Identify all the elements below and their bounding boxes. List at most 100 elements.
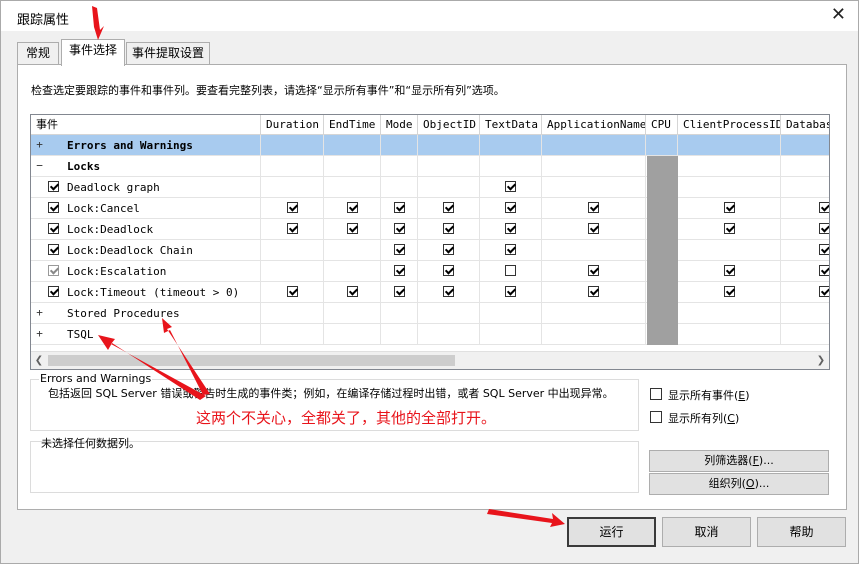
column-checkbox[interactable] bbox=[724, 202, 735, 213]
cell bbox=[781, 135, 829, 156]
tab-general[interactable]: 常规 bbox=[17, 42, 59, 64]
column-header[interactable]: ApplicationName bbox=[542, 115, 646, 135]
event-checkbox[interactable] bbox=[48, 286, 59, 297]
column-checkbox[interactable] bbox=[724, 286, 735, 297]
column-checkbox[interactable] bbox=[819, 286, 829, 297]
expand-icon[interactable]: + bbox=[35, 328, 44, 339]
cell bbox=[678, 303, 781, 324]
column-checkbox[interactable] bbox=[443, 202, 454, 213]
column-checkbox[interactable] bbox=[443, 223, 454, 234]
column-checkbox[interactable] bbox=[443, 286, 454, 297]
cell bbox=[261, 156, 324, 177]
close-icon[interactable]: ✕ bbox=[831, 5, 846, 25]
category-row[interactable]: + TSQL bbox=[31, 324, 829, 345]
column-header[interactable]: Duration bbox=[261, 115, 324, 135]
tab-event-extraction-settings[interactable]: 事件提取设置 bbox=[126, 42, 210, 64]
show-all-columns-label[interactable]: 显示所有列(C) bbox=[668, 410, 739, 426]
category-row[interactable]: + Errors and Warnings bbox=[31, 135, 829, 156]
column-checkbox[interactable] bbox=[724, 223, 735, 234]
column-checkbox[interactable] bbox=[588, 265, 599, 276]
cell bbox=[261, 177, 324, 198]
show-all-events-label[interactable]: 显示所有事件(E) bbox=[668, 387, 750, 403]
column-checkbox[interactable] bbox=[394, 202, 405, 213]
show-all-events-checkbox[interactable] bbox=[650, 388, 662, 400]
column-checkbox[interactable] bbox=[505, 223, 516, 234]
column-checkbox[interactable] bbox=[443, 244, 454, 255]
expand-icon[interactable]: + bbox=[35, 307, 44, 318]
event-checkbox[interactable] bbox=[48, 223, 59, 234]
cell bbox=[480, 324, 542, 345]
column-checkbox[interactable] bbox=[394, 244, 405, 255]
show-all-columns-checkbox[interactable] bbox=[650, 411, 662, 423]
column-checkbox[interactable] bbox=[347, 223, 358, 234]
column-checkbox[interactable] bbox=[505, 244, 516, 255]
column-header[interactable]: Mode bbox=[381, 115, 418, 135]
tab-event-selection[interactable]: 事件选择 bbox=[61, 39, 125, 66]
cell bbox=[542, 240, 646, 261]
column-header[interactable]: ClientProcessID bbox=[678, 115, 781, 135]
collapse-icon[interactable]: − bbox=[35, 160, 44, 171]
column-checkbox[interactable] bbox=[819, 244, 829, 255]
event-checkbox[interactable] bbox=[48, 181, 59, 192]
column-checkbox[interactable] bbox=[394, 265, 405, 276]
category-row[interactable]: + Stored Procedures bbox=[31, 303, 829, 324]
event-name: Lock:Deadlock bbox=[67, 223, 154, 236]
event-row[interactable]: Lock:Cancel bbox=[31, 198, 829, 219]
column-checkbox[interactable] bbox=[287, 223, 298, 234]
column-header[interactable]: TextData bbox=[480, 115, 542, 135]
organize-columns-button[interactable]: 组织列(O)... bbox=[649, 473, 829, 495]
column-checkbox[interactable] bbox=[505, 202, 516, 213]
column-checkbox[interactable] bbox=[819, 223, 829, 234]
cell bbox=[324, 261, 381, 282]
column-header[interactable]: EndTime bbox=[324, 115, 381, 135]
scrollbar-thumb[interactable] bbox=[48, 355, 455, 366]
column-checkbox[interactable] bbox=[505, 181, 516, 192]
event-checkbox[interactable] bbox=[48, 265, 59, 276]
event-checkbox[interactable] bbox=[48, 244, 59, 255]
help-button[interactable]: 帮助 bbox=[757, 517, 846, 547]
cell bbox=[324, 156, 381, 177]
scroll-right-icon[interactable]: ❯ bbox=[813, 352, 829, 369]
column-header[interactable]: ObjectID bbox=[418, 115, 480, 135]
column-checkbox[interactable] bbox=[588, 223, 599, 234]
event-row[interactable]: Lock:Deadlock Chain bbox=[31, 240, 829, 261]
column-checkbox[interactable] bbox=[347, 202, 358, 213]
column-header[interactable]: Databas bbox=[781, 115, 829, 135]
expand-icon[interactable]: + bbox=[35, 139, 44, 150]
column-checkbox[interactable] bbox=[724, 265, 735, 276]
cell bbox=[261, 261, 324, 282]
event-row[interactable]: Deadlock graph bbox=[31, 177, 829, 198]
cell bbox=[261, 324, 324, 345]
column-checkbox[interactable] bbox=[588, 286, 599, 297]
column-checkbox[interactable] bbox=[287, 202, 298, 213]
event-row[interactable]: Lock:Deadlock bbox=[31, 219, 829, 240]
column-checkbox[interactable] bbox=[819, 265, 829, 276]
column-header-event[interactable]: 事件 bbox=[31, 115, 261, 135]
column-header[interactable]: CPU bbox=[646, 115, 678, 135]
column-checkbox[interactable] bbox=[588, 202, 599, 213]
column-checkbox[interactable] bbox=[443, 265, 454, 276]
column-checkbox[interactable] bbox=[394, 223, 405, 234]
disabled-cell bbox=[647, 303, 678, 324]
column-checkbox[interactable] bbox=[287, 286, 298, 297]
column-checkbox[interactable] bbox=[347, 286, 358, 297]
scroll-left-icon[interactable]: ❮ bbox=[31, 352, 47, 369]
event-grid[interactable]: 事件 Duration EndTime Mode ObjectID TextData Ap… bbox=[30, 114, 830, 370]
event-checkbox[interactable] bbox=[48, 202, 59, 213]
cell bbox=[261, 135, 324, 156]
category-row[interactable]: − Locks bbox=[31, 156, 829, 177]
disabled-cell bbox=[647, 198, 678, 219]
column-checkbox[interactable] bbox=[394, 286, 405, 297]
column-checkbox[interactable] bbox=[505, 265, 516, 276]
column-checkbox[interactable] bbox=[819, 202, 829, 213]
horizontal-scrollbar[interactable]: ❮ ❯ bbox=[31, 351, 829, 369]
cancel-button[interactable]: 取消 bbox=[662, 517, 751, 547]
event-name: TSQL bbox=[67, 328, 94, 341]
column-checkbox[interactable] bbox=[505, 286, 516, 297]
cell bbox=[381, 324, 418, 345]
window-title: 跟踪属性 bbox=[17, 13, 70, 28]
event-row[interactable]: Lock:Escalation bbox=[31, 261, 829, 282]
column-filter-button[interactable]: 列筛选器(F)... bbox=[649, 450, 829, 472]
run-button[interactable]: 运行 bbox=[567, 517, 656, 547]
event-row[interactable]: Lock:Timeout (timeout > 0) bbox=[31, 282, 829, 303]
